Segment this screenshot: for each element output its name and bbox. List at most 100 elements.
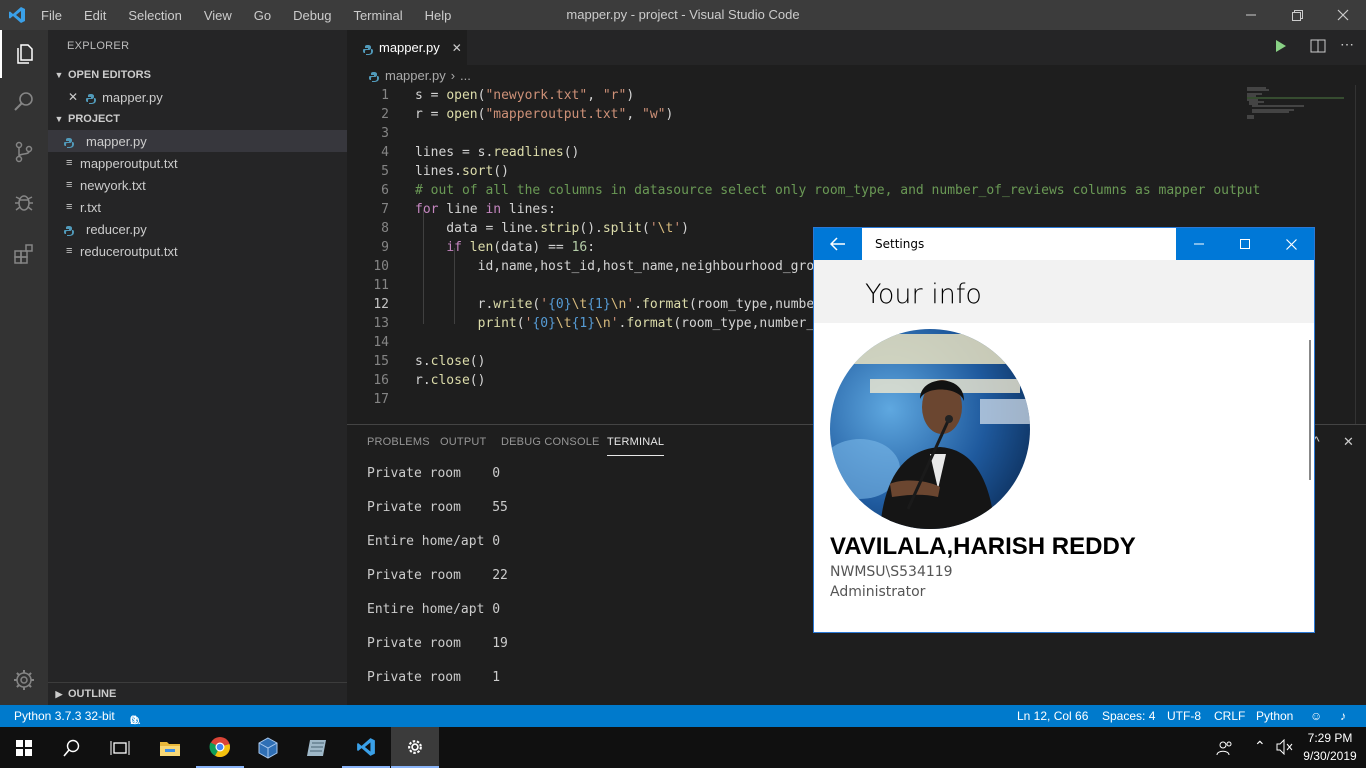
breadcrumb-file[interactable]: mapper.py xyxy=(385,68,446,83)
menu-file[interactable]: File xyxy=(30,8,73,23)
close-panel-icon[interactable]: ✕ xyxy=(1343,434,1354,450)
tab-problems[interactable]: PROBLEMS xyxy=(367,436,430,448)
people-icon[interactable] xyxy=(1216,739,1234,762)
open-editors-section[interactable]: ▼ OPEN EDITORS xyxy=(48,64,347,86)
terminal-line: Private room 0 xyxy=(367,466,501,481)
line-number: 3 xyxy=(381,126,389,141)
vscode-logo-icon xyxy=(8,6,26,24)
file-item-newyork-txt[interactable]: ≡ newyork.txt xyxy=(48,174,347,196)
line-number: 2 xyxy=(381,107,389,122)
python-file-icon xyxy=(369,70,379,82)
settings-scrollbar[interactable] xyxy=(1309,340,1311,480)
cursor-position[interactable]: Ln 12, Col 66 xyxy=(1017,709,1088,723)
run-icon[interactable] xyxy=(1275,39,1287,58)
line-number: 1 xyxy=(381,88,389,103)
file-item-reducer-py[interactable]: reducer.py xyxy=(48,218,347,240)
activity-bar xyxy=(0,30,48,705)
line-number: 13 xyxy=(373,316,389,331)
tab-output[interactable]: OUTPUT xyxy=(440,436,486,448)
more-actions-icon[interactable]: ⋯ xyxy=(1340,36,1354,53)
open-editor-item[interactable]: ✕ mapper.py xyxy=(48,86,347,108)
code-line-15: s.close() xyxy=(415,354,486,369)
code-line-5: lines.sort() xyxy=(415,164,509,179)
outline-section[interactable]: ▶ OUTLINE xyxy=(48,682,347,705)
line-number: 15 xyxy=(373,354,389,369)
file-item-r-txt[interactable]: ≡ r.txt xyxy=(48,196,347,218)
text-file-icon: ≡ xyxy=(66,201,73,213)
close-window-button[interactable] xyxy=(1320,0,1366,30)
tab-debug-console[interactable]: DEBUG CONSOLE xyxy=(501,436,600,448)
source-control-icon[interactable] xyxy=(0,128,48,176)
extensions-icon[interactable] xyxy=(0,230,48,278)
chrome-icon[interactable] xyxy=(196,727,244,768)
menu-edit[interactable]: Edit xyxy=(73,8,117,23)
menu-terminal[interactable]: Terminal xyxy=(342,8,413,23)
indentation[interactable]: Spaces: 4 xyxy=(1102,709,1155,723)
file-name: r.txt xyxy=(80,199,101,215)
file-item-mapper-py[interactable]: mapper.py xyxy=(48,130,347,152)
file-item-mapperoutput-txt[interactable]: ≡ mapperoutput.txt xyxy=(48,152,347,174)
code-line-7: for line in lines: xyxy=(415,202,556,217)
volume-muted-icon[interactable] xyxy=(1276,738,1294,760)
editor-scrollbar[interactable] xyxy=(1355,85,1366,424)
outline-label: OUTLINE xyxy=(68,688,117,700)
open-editor-name: mapper.py xyxy=(102,89,163,105)
menu-help[interactable]: Help xyxy=(414,8,463,23)
menu-selection[interactable]: Selection xyxy=(117,8,192,23)
line-number: 5 xyxy=(381,164,389,179)
terminal-line: Private room 55 xyxy=(367,500,508,515)
minimap[interactable] xyxy=(1244,85,1354,165)
explorer-sidebar: EXPLORER ▼ OPEN EDITORS ✕ mapper.py ▼ PR… xyxy=(48,30,347,705)
python-file-icon xyxy=(64,136,80,148)
debug-icon[interactable] xyxy=(0,178,48,226)
terminal-line: Private room 19 xyxy=(367,636,508,651)
file-explorer-icon[interactable] xyxy=(146,727,194,768)
notes-app-icon[interactable] xyxy=(293,727,341,768)
split-editor-icon[interactable] xyxy=(1310,39,1326,58)
editor-tabs: mapper.py ✕ ⋯ xyxy=(347,30,1366,65)
end-of-line[interactable]: CRLF xyxy=(1214,709,1245,723)
python-file-icon xyxy=(363,43,373,55)
notifications-bell-icon[interactable]: ♪ xyxy=(1340,709,1346,723)
vscode-taskbar-icon[interactable] xyxy=(342,727,390,768)
chevron-down-icon: ▼ xyxy=(54,114,64,124)
settings-gear-icon[interactable] xyxy=(391,727,439,768)
windows-start-icon[interactable] xyxy=(0,727,48,768)
open-editors-label: OPEN EDITORS xyxy=(68,69,151,81)
settings-close-button[interactable] xyxy=(1268,228,1314,260)
file-name: reduceroutput.txt xyxy=(80,243,178,259)
python-interpreter[interactable]: Python 3.7.3 32-bit xyxy=(14,709,115,723)
restore-button[interactable] xyxy=(1274,0,1320,30)
close-tab-icon[interactable]: ✕ xyxy=(452,41,462,55)
feedback-smiley-icon[interactable]: ☺ xyxy=(1310,709,1322,723)
menu-debug[interactable]: Debug xyxy=(282,8,342,23)
settings-minimize-button[interactable] xyxy=(1176,228,1222,260)
chevron-right-icon: › xyxy=(450,67,456,83)
tab-terminal[interactable]: TERMINAL xyxy=(607,436,665,456)
settings-maximize-button[interactable] xyxy=(1222,228,1268,260)
project-section[interactable]: ▼ PROJECT xyxy=(48,108,347,130)
breadcrumb-symbol[interactable]: ... xyxy=(460,68,471,83)
menu-view[interactable]: View xyxy=(193,8,243,23)
language-mode[interactable]: Python xyxy=(1256,709,1293,723)
terminal-line: Private room 22 xyxy=(367,568,508,583)
task-view-icon[interactable] xyxy=(96,727,144,768)
close-editor-icon[interactable]: ✕ xyxy=(68,90,78,104)
code-line-6: # out of all the columns in datasource s… xyxy=(415,183,1261,198)
back-arrow-icon[interactable] xyxy=(814,228,862,260)
search-icon[interactable] xyxy=(0,78,48,126)
clock-time[interactable]: 7:29 PM xyxy=(1300,731,1360,745)
file-item-reduceroutput-txt[interactable]: ≡ reduceroutput.txt xyxy=(48,240,347,262)
virtualbox-icon[interactable] xyxy=(244,727,292,768)
explorer-icon[interactable] xyxy=(0,30,48,78)
search-icon[interactable] xyxy=(48,727,96,768)
manage-gear-icon[interactable] xyxy=(0,656,48,704)
clock-date[interactable]: 9/30/2019 xyxy=(1300,749,1360,763)
user-name: VAVILALA,HARISH REDDY xyxy=(830,533,1136,560)
minimize-button[interactable] xyxy=(1228,0,1274,30)
settings-window-controls xyxy=(1176,228,1314,260)
tab-mapper-py[interactable]: mapper.py ✕ xyxy=(347,30,467,65)
chevron-up-icon[interactable]: ⌃ xyxy=(1254,738,1266,755)
menu-go[interactable]: Go xyxy=(243,8,282,23)
encoding[interactable]: UTF-8 xyxy=(1167,709,1201,723)
